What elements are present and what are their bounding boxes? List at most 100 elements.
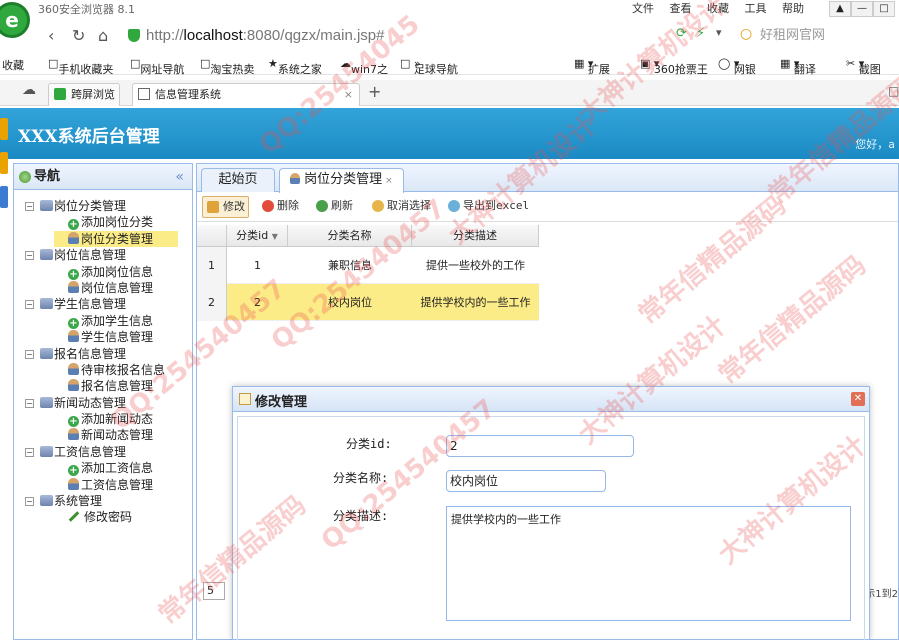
nav-item-label: 新闻动态管理 [81, 428, 154, 443]
bookmark-football[interactable]: □ 足球导航 » [400, 57, 458, 76]
tab-menu-icon[interactable]: □ [888, 84, 899, 98]
refresh-button[interactable]: 刷新 [313, 196, 353, 218]
home-icon[interactable]: ⌂ [98, 26, 108, 45]
globe-icon [19, 171, 31, 183]
column-header-id[interactable]: 分类id ▼ [227, 225, 288, 247]
page-size-select[interactable]: 5 [203, 582, 225, 600]
minimize-button[interactable]: — [851, 1, 873, 17]
bookmark-bank[interactable]: ◯ 网银 ▾ [718, 57, 756, 76]
nav-item[interactable]: 新闻动态管理 [14, 427, 192, 443]
search-input[interactable]: 好租网官网 [760, 26, 899, 46]
refresh-icon[interactable]: ↻ [72, 26, 85, 45]
nav-item[interactable]: 岗位信息管理 [14, 280, 192, 296]
column-header-desc[interactable]: 分类描述 [412, 225, 539, 247]
menu-help[interactable]: 帮助 [782, 0, 804, 16]
nav-item[interactable]: 岗位分类管理 [54, 230, 178, 248]
nav-item[interactable]: + 添加岗位信息 [14, 264, 192, 280]
nav-group[interactable]: − 工资信息管理 [14, 444, 192, 460]
bookmarks-bar: 收藏 □ 手机收藏夹 □ 网址导航 □ 淘宝热卖 ★ 系统之家 ☁ win7之 … [0, 53, 899, 76]
user-icon [290, 173, 300, 184]
nav-item[interactable]: 修改密码 [14, 509, 192, 525]
bookmark-mobile[interactable]: □ 手机收藏夹 [48, 57, 113, 76]
export-excel-button[interactable]: 导出到excel [445, 196, 529, 218]
bookmark-nav[interactable]: □ 网址导航 [130, 57, 184, 76]
category-id-field[interactable]: 2 [446, 435, 634, 457]
tab-category-management[interactable]: 岗位分类管理 × [279, 168, 404, 193]
nav-group[interactable]: − 新闻动态管理 [14, 395, 192, 411]
nav-item[interactable]: + 添加学生信息 [14, 313, 192, 329]
table-row[interactable]: 1 1 兼职信息 提供一些校外的工作 [197, 247, 539, 284]
collapse-toggle-icon[interactable]: − [25, 349, 34, 359]
bookmark-win7[interactable]: ☁ win7之 [340, 57, 388, 76]
menu-favorites[interactable]: 收藏 [707, 0, 729, 16]
collapse-toggle-icon[interactable]: − [25, 497, 34, 507]
delete-button[interactable]: 删除 [259, 196, 299, 218]
nav-group[interactable]: − 岗位分类管理 [14, 198, 192, 214]
tab-home[interactable]: 起始页 [201, 168, 275, 192]
table-row[interactable]: 2 2 校内岗位 提供学校内的一些工作 [197, 284, 539, 321]
shirt-icon[interactable]: ▲ [829, 1, 851, 17]
bookmark-extension[interactable]: ▦ 扩展 ▾ [574, 57, 610, 76]
nav-item-label: 添加新闻动态 [81, 412, 154, 427]
nav-group-label: 新闻动态管理 [54, 395, 127, 410]
back-arrow-icon[interactable]: ‹ [48, 26, 54, 45]
export-icon [448, 200, 460, 212]
collapse-icon[interactable]: « [175, 164, 184, 190]
delete-icon [262, 200, 274, 212]
collapse-toggle-icon[interactable]: − [25, 398, 34, 408]
tab-cross-screen[interactable]: 跨屏浏览 [48, 83, 120, 106]
app-header: XXX系统后台管理 您好，a [0, 108, 899, 159]
bookmark-taobao[interactable]: □ 淘宝热卖 [200, 57, 254, 76]
collapse-toggle-icon[interactable]: − [25, 251, 34, 261]
bookmark-screenshot[interactable]: ✂ 截图 ▾ [846, 57, 881, 76]
nav-panel: 导航 « − 岗位分类管理 + 添加岗位分类 岗位分类管理 − 岗位信息管理 + 添加岗位信息岗… [13, 163, 193, 640]
edit-button[interactable]: 修改 [202, 196, 249, 218]
close-icon[interactable]: ✕ [851, 392, 865, 406]
menu-tools[interactable]: 工具 [745, 0, 767, 16]
category-desc-label: 分类描述: [333, 509, 389, 523]
browser-menu-bar: 文件 查看 收藏 工具 帮助 [632, 0, 816, 16]
folder-icon [40, 495, 53, 507]
nav-title: 导航 [34, 169, 61, 184]
user-greeting: 您好，a [855, 138, 895, 151]
folder-icon [40, 298, 53, 310]
column-header-name[interactable]: 分类名称 [288, 225, 412, 247]
new-tab-button[interactable]: + [368, 82, 381, 101]
category-name-field[interactable]: 校内岗位 [446, 470, 606, 492]
cell-name: 兼职信息 [328, 259, 372, 272]
lightning-icon[interactable]: ⚡ [696, 26, 705, 41]
clear-selection-button[interactable]: 取消选择 [369, 196, 431, 218]
nav-item[interactable]: 学生信息管理 [14, 329, 192, 345]
collapse-toggle-icon[interactable]: − [25, 447, 34, 457]
bookmark-xitong[interactable]: ★ 系统之家 [268, 57, 322, 76]
nav-item[interactable]: + 添加岗位分类 [14, 214, 192, 231]
menu-view[interactable]: 查看 [670, 0, 692, 16]
bookmark-favorites[interactable]: 收藏 [2, 57, 24, 73]
speed-icon[interactable]: ⟳ [676, 26, 687, 41]
close-tab-icon[interactable]: × [344, 84, 353, 105]
cloud-icon[interactable]: ☁ [22, 82, 36, 98]
nav-item[interactable]: 报名信息管理 [14, 378, 192, 394]
collapse-toggle-icon[interactable]: − [25, 300, 34, 310]
browser-tab-bar: ☁ 跨屏浏览 信息管理系统 × + □ [0, 80, 899, 106]
dropdown-icon[interactable]: ▾ [716, 26, 722, 39]
nav-group[interactable]: − 岗位信息管理 [14, 247, 192, 263]
nav-item[interactable]: + 添加工资信息 [14, 460, 192, 477]
category-desc-textarea[interactable]: 提供学校内的一些工作 [446, 506, 851, 621]
restore-button[interactable]: □ [873, 1, 895, 17]
tab-info-system[interactable]: 信息管理系统 × [132, 83, 360, 106]
nav-item[interactable]: 工资信息管理 [14, 477, 192, 493]
bookmark-ticket[interactable]: ▣ 360抢票王 ▾ [640, 57, 708, 76]
url-input[interactable]: http://localhost:8080/qgzx/main.jsp# [146, 25, 686, 47]
nav-group[interactable]: − 学生信息管理 [14, 296, 192, 312]
collapse-toggle-icon[interactable]: − [25, 202, 34, 211]
nav-item[interactable]: 待审核报名信息 [14, 362, 192, 378]
menu-file[interactable]: 文件 [632, 0, 654, 16]
bookmark-translate[interactable]: ▦ 翻译 ▾ [780, 57, 816, 76]
folder-icon [40, 347, 53, 359]
nav-group[interactable]: − 报名信息管理 [14, 346, 192, 362]
nav-group[interactable]: − 系统管理 [14, 493, 192, 509]
search-engine-icon[interactable]: ○ [740, 26, 752, 42]
nav-item[interactable]: + 添加新闻动态 [14, 411, 192, 428]
close-tab-icon[interactable]: × [385, 176, 393, 186]
